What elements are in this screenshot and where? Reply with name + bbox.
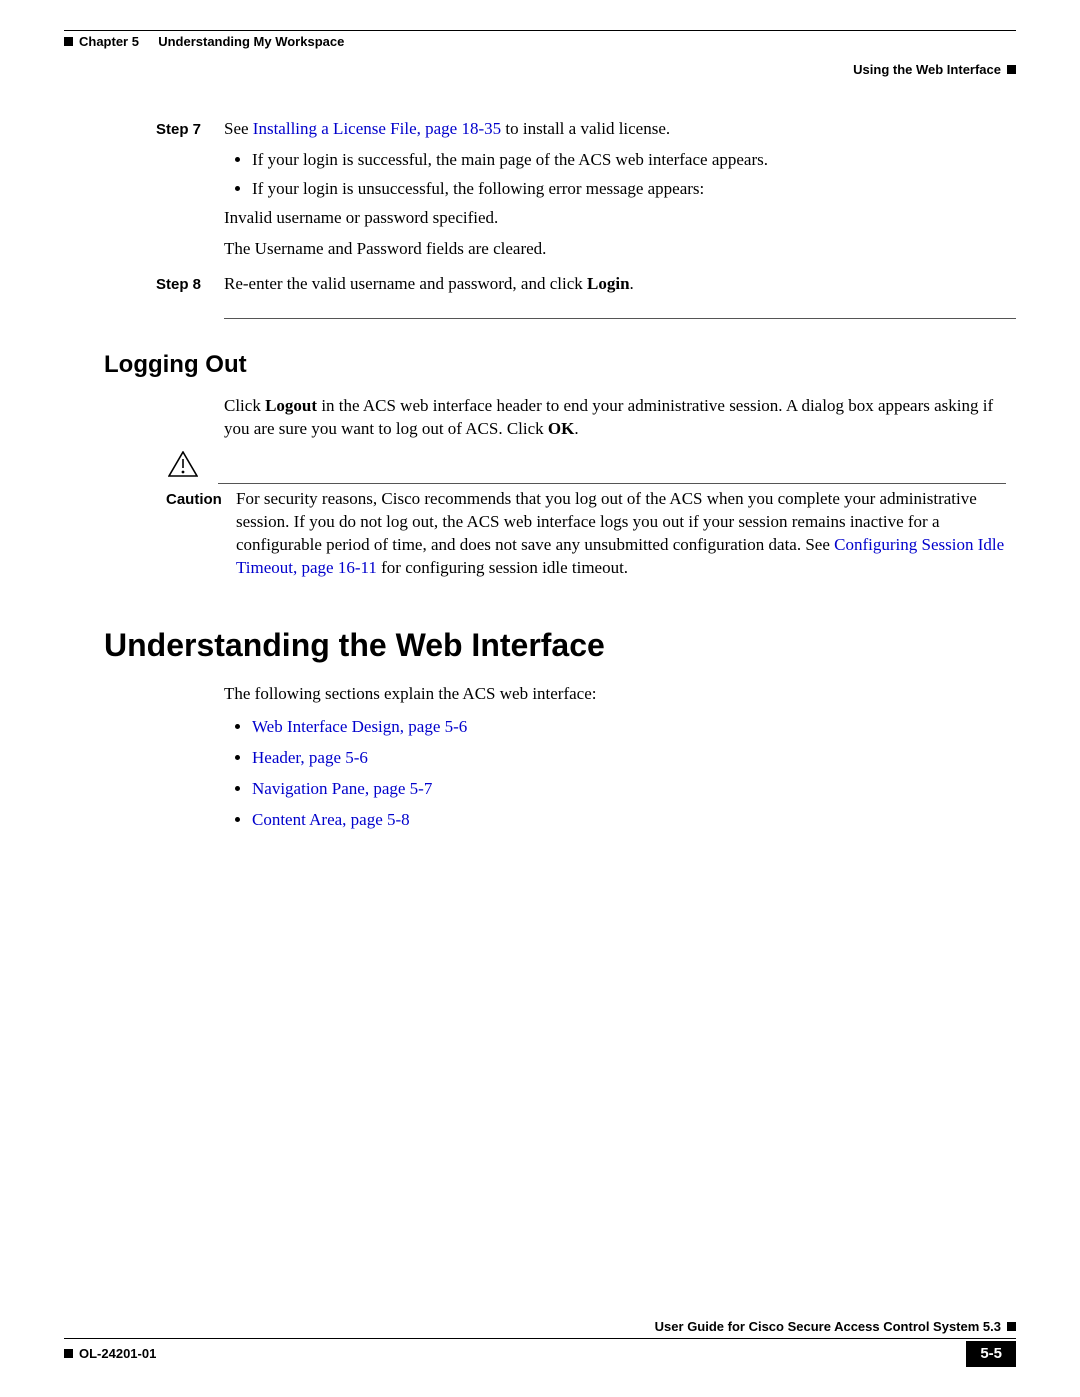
step-text: . <box>630 274 634 293</box>
logging-out-text: Click Logout in the ACS web interface he… <box>224 395 1006 441</box>
step-7: Step 7 See Installing a License File, pa… <box>156 118 1006 269</box>
caution-label: Caution <box>166 488 218 510</box>
step-label: Step 7 <box>156 118 224 140</box>
step-text: to install a valid license. <box>501 119 670 138</box>
link-header[interactable]: Header, page 5-6 <box>252 748 368 767</box>
link-web-interface-design[interactable]: Web Interface Design, page 5-6 <box>252 717 467 736</box>
chapter-label: Chapter 5 <box>79 33 139 51</box>
step-8: Step 8 Re-enter the valid username and p… <box>156 273 1006 304</box>
caution-icon <box>166 451 200 484</box>
intro-text: The following sections explain the ACS w… <box>224 683 1006 706</box>
step-text: Re-enter the valid username and password… <box>224 274 587 293</box>
chapter-title: Understanding My Workspace <box>158 33 344 51</box>
square-icon <box>1007 1322 1016 1331</box>
footer-doc-id: OL-24201-01 <box>79 1345 156 1363</box>
caution-text: for configuring session idle timeout. <box>377 558 628 577</box>
divider <box>224 318 1016 319</box>
list-item: Header, page 5-6 <box>252 747 1016 770</box>
reference-list: Web Interface Design, page 5-6 Header, p… <box>224 716 1016 832</box>
square-icon <box>1007 65 1016 74</box>
square-icon <box>64 1349 73 1358</box>
caution-block: Caution For security reasons, Cisco reco… <box>166 451 1006 580</box>
error-note: The Username and Password fields are cle… <box>224 238 1006 261</box>
heading-understanding: Understanding the Web Interface <box>104 624 1016 667</box>
list-item: Navigation Pane, page 5-7 <box>252 778 1016 801</box>
step-text: See <box>224 119 253 138</box>
link-installing-license[interactable]: Installing a License File, page 18-35 <box>253 119 501 138</box>
error-message: Invalid username or password specified. <box>224 207 1006 230</box>
page-number: 5-5 <box>966 1341 1016 1367</box>
login-bold: Login <box>587 274 630 293</box>
section-title: Using the Web Interface <box>853 61 1001 79</box>
list-item: Content Area, page 5-8 <box>252 809 1016 832</box>
link-navigation-pane[interactable]: Navigation Pane, page 5-7 <box>252 779 432 798</box>
list-item: If your login is successful, the main pa… <box>252 149 1006 172</box>
list-item: Web Interface Design, page 5-6 <box>252 716 1016 739</box>
page-footer: User Guide for Cisco Secure Access Contr… <box>64 1318 1016 1367</box>
square-icon <box>64 37 73 46</box>
step-label: Step 8 <box>156 273 224 295</box>
heading-logging-out: Logging Out <box>104 349 1016 381</box>
list-item: If your login is unsuccessful, the follo… <box>252 178 1006 201</box>
link-content-area[interactable]: Content Area, page 5-8 <box>252 810 410 829</box>
footer-guide-title: User Guide for Cisco Secure Access Contr… <box>655 1318 1001 1336</box>
page-header: Chapter 5 Understanding My Workspace <box>64 33 1016 51</box>
